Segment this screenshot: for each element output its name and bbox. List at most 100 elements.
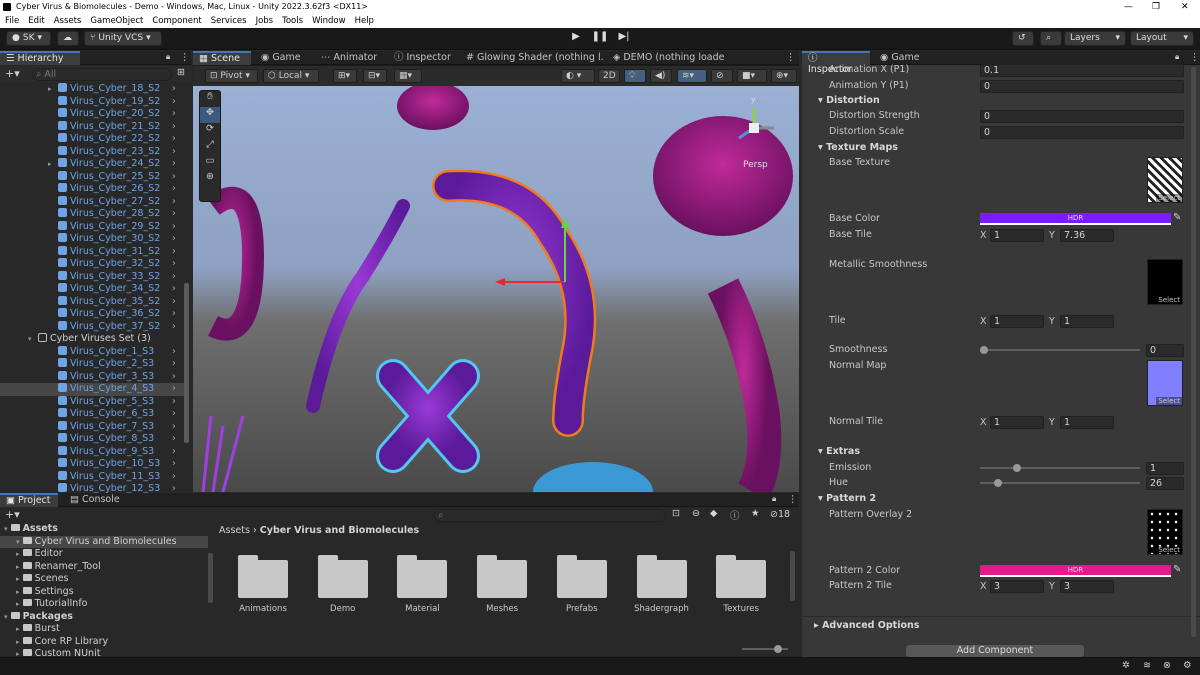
step-button[interactable]: ▶| [614,31,634,46]
network-icon[interactable]: ⊗ [1163,660,1171,671]
lighting-toggle-button[interactable]: 💡︎ [624,69,646,83]
normal-tile-y-field[interactable]: 1 [1060,416,1114,429]
virus-bottom[interactable] [533,462,653,492]
project-tree-item[interactable]: ▸ Settings [0,586,208,599]
asset-folder[interactable]: Material [392,555,452,614]
hierarchy-item[interactable]: Virus_Cyber_26_S2 › [0,183,184,196]
tile-y-field[interactable]: 1 [1060,315,1114,328]
virus-torus[interactable] [206,186,265,341]
zoom-slider[interactable] [742,645,788,653]
chevron-right-icon[interactable]: › [172,358,176,371]
scale-tool-icon[interactable]: ⤢ [200,139,220,155]
hidden-count[interactable]: ⊘18 [770,509,790,520]
chevron-right-icon[interactable]: › [172,133,176,146]
star-icon[interactable]: ★ [751,508,760,519]
foldout-closed-icon[interactable]: ▸ [48,83,52,96]
emission-field[interactable]: 1 [1146,462,1184,475]
inspector-scrollbar[interactable] [1191,67,1196,637]
menu-item-assets[interactable]: Assets [54,14,82,28]
hierarchy-item[interactable]: Virus_Cyber_23_S2 › [0,145,184,159]
menu-item-gameobject[interactable]: GameObject [90,14,143,28]
tab-console[interactable]: ▤ Console [64,493,126,507]
chevron-right-icon[interactable]: › [172,396,176,409]
filter-label-icon[interactable]: ⊖ [692,508,700,519]
chevron-right-icon[interactable]: › [172,433,176,446]
hierarchy-scrollbar[interactable] [184,283,189,443]
hierarchy-item[interactable]: ▾ Cyber Viruses Set (3) [0,333,184,346]
chevron-right-icon[interactable]: › [172,458,176,471]
chevron-right-icon[interactable]: › [172,196,176,209]
hierarchy-item[interactable]: Virus_Cyber_7_S3 › [0,420,184,434]
add-component-button[interactable]: Add Component [906,645,1084,657]
tile-x-field[interactable]: 1 [990,315,1044,328]
audio-toggle-button[interactable]: ◀) [650,69,672,83]
grid-toggle-button[interactable]: ▦▾ [394,69,422,83]
foldout-closed-icon[interactable]: ▸ [16,638,20,646]
local-dropdown[interactable]: ⬡ Local ▾ [263,69,319,83]
hierarchy-item[interactable]: Virus_Cyber_6_S3 › [0,408,184,421]
foldout-closed-icon[interactable]: ▸ [16,600,20,608]
chevron-right-icon[interactable]: › [172,271,176,284]
chevron-right-icon[interactable]: › [172,171,176,184]
menu-item-services[interactable]: Services [211,14,247,28]
asset-folder[interactable]: Shadergraph [632,555,692,614]
anim-x-field[interactable]: 0.1 [980,64,1184,77]
hierarchy-item[interactable]: Virus_Cyber_9_S3 › [0,445,184,459]
gizmos-button[interactable]: ⊕▾ [771,69,797,83]
project-tree-item[interactable]: ▸ Burst [0,623,208,636]
chevron-right-icon[interactable]: › [172,383,176,396]
chevron-right-icon[interactable]: › [172,233,176,246]
grid-snap-button[interactable]: ⊞▾ [333,69,357,83]
persp-label[interactable]: Persp [743,160,768,170]
chevron-right-icon[interactable]: › [172,308,176,321]
hue-field[interactable]: 26 [1146,477,1184,490]
tab-project[interactable]: ▣ Project [0,493,58,507]
hierarchy-item[interactable]: Virus_Cyber_35_S2 › [0,295,184,309]
menu-item-edit[interactable]: Edit [28,14,44,28]
foldout-closed-icon[interactable]: ▸ [16,588,20,596]
search-button[interactable]: ⌕ [1040,31,1062,46]
menu-item-tools[interactable]: Tools [282,14,303,28]
transform-tool-icon[interactable]: ⊛ [200,171,220,187]
tab-demo[interactable]: ◈ DEMO (nothing loaded) [607,51,725,65]
chevron-right-icon[interactable]: › [172,296,176,309]
play-button[interactable]: ▶ [566,31,586,46]
menu-item-jobs[interactable]: Jobs [256,14,274,28]
chevron-right-icon[interactable]: › [172,283,176,296]
hand-tool-icon[interactable]: ✋︎ [200,91,220,107]
filter-type-icon[interactable]: ⊡ [672,508,680,519]
extras-section[interactable]: ▾ Extras [818,445,860,459]
project-tree-item[interactable]: ▾ Assets [0,523,208,536]
chevron-right-icon[interactable]: › [172,246,176,259]
chevron-right-icon[interactable]: › [172,446,176,459]
distortion-section[interactable]: ▾ Distortion [818,94,880,108]
smoothness-slider[interactable] [980,343,1140,357]
hierarchy-item[interactable]: Virus_Cyber_32_S2 › [0,258,184,271]
chevron-right-icon[interactable]: › [172,408,176,421]
smoothness-field[interactable]: 0 [1146,344,1184,357]
layout-dropdown[interactable]: Layout ▾ [1130,31,1194,46]
hierarchy-item[interactable]: ▸ Virus_Cyber_24_S2 › [0,158,184,171]
project-tree-item[interactable]: ▾ Packages [0,611,208,624]
foldout-closed-icon[interactable]: ▸ [16,563,20,571]
hierarchy-item[interactable]: Virus_Cyber_27_S2 › [0,195,184,209]
rect-tool-icon[interactable]: ▭ [200,155,220,171]
tree-scrollbar[interactable] [208,553,213,603]
hierarchy-item[interactable]: Virus_Cyber_8_S3 › [0,433,184,446]
hierarchy-item[interactable]: Virus_Cyber_19_S2 › [0,95,184,109]
hierarchy-item[interactable]: Virus_Cyber_28_S2 › [0,208,184,221]
tab-animator[interactable]: ⋯ Animator [315,51,383,65]
hierarchy-item[interactable]: Virus_Cyber_34_S2 › [0,283,184,296]
account-button[interactable]: ● SK ▾ [6,31,51,46]
eyedropper-icon[interactable]: ✎ [1173,564,1181,575]
hidden-objects-button[interactable]: ⊘ [711,69,733,83]
base-tile-y-field[interactable]: 7.36 [1060,229,1114,242]
hierarchy-item[interactable]: Virus_Cyber_1_S3 › [0,345,184,359]
debug-icon[interactable]: ✲ [1122,660,1130,671]
filter-icon[interactable]: ⊞ [177,67,185,78]
foldout-open-icon[interactable]: ▾ [4,525,8,533]
move-tool-icon[interactable]: ✥ [200,107,220,123]
hierarchy-item[interactable]: Virus_Cyber_2_S3 › [0,358,184,371]
hierarchy-item[interactable]: Virus_Cyber_25_S2 › [0,170,184,184]
foldout-open-icon[interactable]: ▾ [28,333,32,346]
